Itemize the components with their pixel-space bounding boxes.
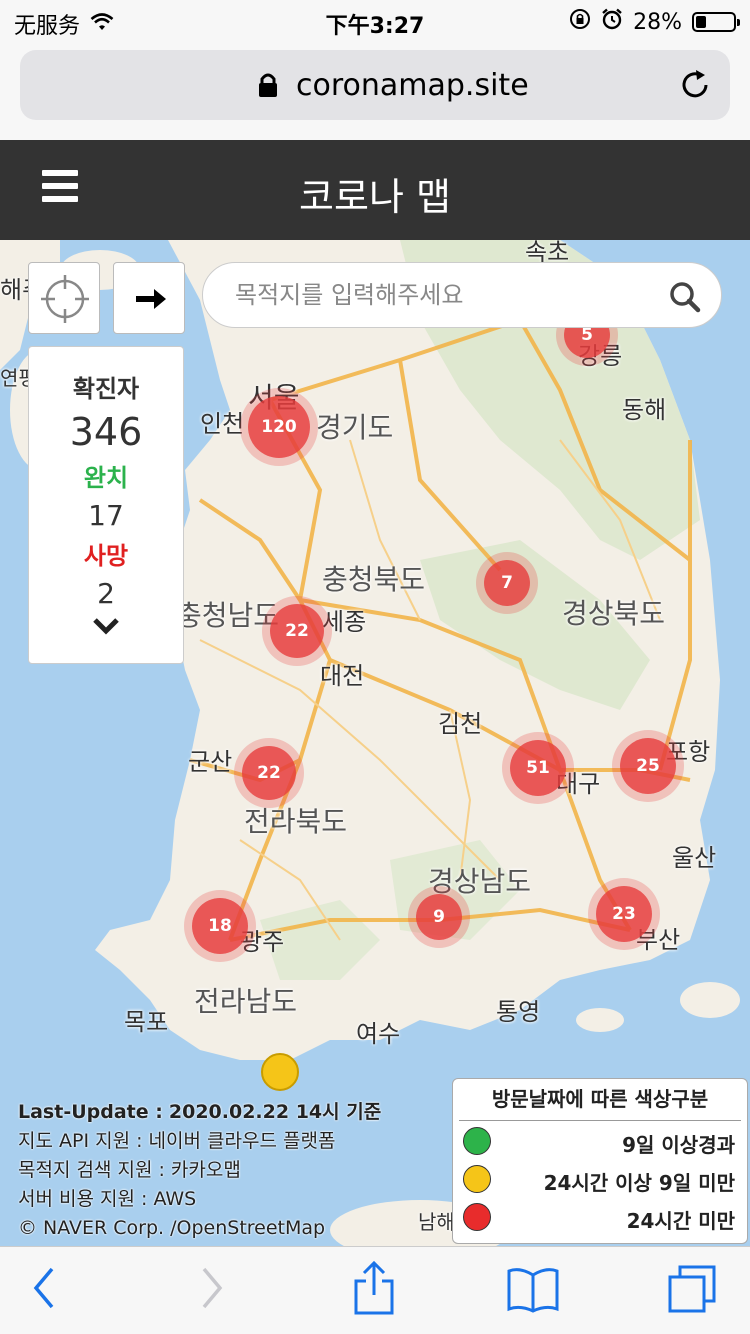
place-label: 전라남도 <box>194 985 298 1018</box>
chevron-down-icon[interactable] <box>29 616 183 640</box>
address-bar[interactable]: coronamap.site <box>20 50 730 120</box>
place-label: 남해 <box>418 1210 455 1234</box>
browser-toolbar <box>0 1246 750 1334</box>
legend-item: 9일 이상경과 <box>453 1121 747 1159</box>
place-label: 김천 <box>438 710 483 738</box>
page-title: 코로나 맵 <box>299 175 451 219</box>
place-label: 군산 <box>188 748 233 776</box>
map-api-credit: 지도 API 지원 : 네이버 클라우드 플랫폼 <box>18 1130 336 1152</box>
last-update-value: 2020.02.22 14시 기준 <box>168 1101 382 1123</box>
place-label: 여수 <box>356 1020 401 1048</box>
forward-icon[interactable] <box>194 1263 228 1317</box>
crosshair-icon <box>41 275 89 323</box>
recovered-label: 완치 <box>83 464 129 492</box>
arrow-right-icon <box>136 289 166 309</box>
destination-search <box>202 262 722 328</box>
status-bar: 无服务 下午3:27 28% <box>0 0 750 42</box>
app-header: 코로나 맵 <box>0 140 750 240</box>
map-view[interactable]: 속초 해주 연평 강릉 동해 서울 인천 경기도 충청북도 경상북도 충청남도 … <box>0 240 750 1246</box>
color-legend: 방문날짜에 따른 색상구분 9일 이상경과 24시간 이상 9일 미만 24시간… <box>452 1078 748 1244</box>
share-icon[interactable] <box>352 1259 396 1321</box>
case-cluster-marker[interactable]: 7 <box>484 560 530 606</box>
map-info: Last-Update : 2020.02.22 14시 기준 지도 API 지… <box>18 1098 381 1243</box>
locate-me-button[interactable] <box>28 262 100 334</box>
deaths-label: 사망 <box>83 542 129 570</box>
case-cluster-marker[interactable]: 18 <box>192 898 248 954</box>
place-label: 경상북도 <box>562 597 666 630</box>
case-cluster-marker[interactable]: 120 <box>248 396 310 458</box>
place-label: 통영 <box>496 998 541 1026</box>
confirmed-label: 확진자 <box>72 375 140 403</box>
back-icon[interactable] <box>28 1263 62 1317</box>
case-cluster-marker[interactable]: 22 <box>242 746 296 800</box>
confirmed-count: 346 <box>69 410 143 454</box>
case-cluster-marker[interactable]: 51 <box>510 740 566 796</box>
place-label: 충청북도 <box>322 563 426 596</box>
case-cluster-marker[interactable]: 9 <box>416 894 462 940</box>
visit-marker-yellow[interactable] <box>261 1053 299 1091</box>
map-copyright: © NAVER Corp. /OpenStreetMap <box>18 1217 326 1239</box>
place-label: 울산 <box>672 844 717 872</box>
place-label: 세종 <box>322 608 367 636</box>
place-label: 경기도 <box>316 411 394 444</box>
alarm-icon <box>601 8 623 36</box>
red-dot-icon <box>463 1203 491 1231</box>
search-input[interactable] <box>235 275 655 315</box>
search-credit: 목적지 검색 지원 : 카카오맵 <box>18 1159 241 1181</box>
recovered-count: 17 <box>88 499 124 532</box>
place-label: 목포 <box>124 1008 169 1036</box>
battery-percent: 28% <box>633 9 682 35</box>
yellow-dot-icon <box>463 1165 491 1193</box>
directions-button[interactable] <box>113 262 185 334</box>
legend-title: 방문날짜에 따른 색상구분 <box>459 1079 741 1121</box>
case-cluster-marker[interactable]: 23 <box>596 886 652 942</box>
search-icon[interactable] <box>669 281 701 317</box>
place-label: 대전 <box>320 662 365 690</box>
battery-icon <box>692 12 740 32</box>
deaths-count: 2 <box>97 577 115 610</box>
reload-icon[interactable] <box>678 68 712 106</box>
place-label: 충청남도 <box>176 599 280 632</box>
bookmarks-icon[interactable] <box>506 1265 560 1319</box>
case-cluster-marker[interactable]: 25 <box>620 738 676 794</box>
place-label: 동해 <box>622 396 667 424</box>
browser-address-area: coronamap.site <box>0 42 750 140</box>
last-update-label: Last-Update : <box>18 1101 163 1123</box>
green-dot-icon <box>463 1127 491 1155</box>
rotation-lock-icon <box>569 8 591 36</box>
url-text: coronamap.site <box>296 68 529 103</box>
tabs-icon[interactable] <box>666 1263 718 1319</box>
legend-item: 24시간 이상 9일 미만 <box>453 1159 747 1197</box>
place-label: 인천 <box>200 410 245 438</box>
stats-panel: 확진자 346 완치 17 사망 2 <box>28 346 184 664</box>
place-label: 전라북도 <box>244 805 348 838</box>
server-credit: 서버 비용 지원 : AWS <box>18 1188 197 1210</box>
case-cluster-marker[interactable]: 22 <box>270 604 324 658</box>
legend-item: 24시간 미만 <box>453 1197 747 1235</box>
lock-icon <box>258 72 278 102</box>
